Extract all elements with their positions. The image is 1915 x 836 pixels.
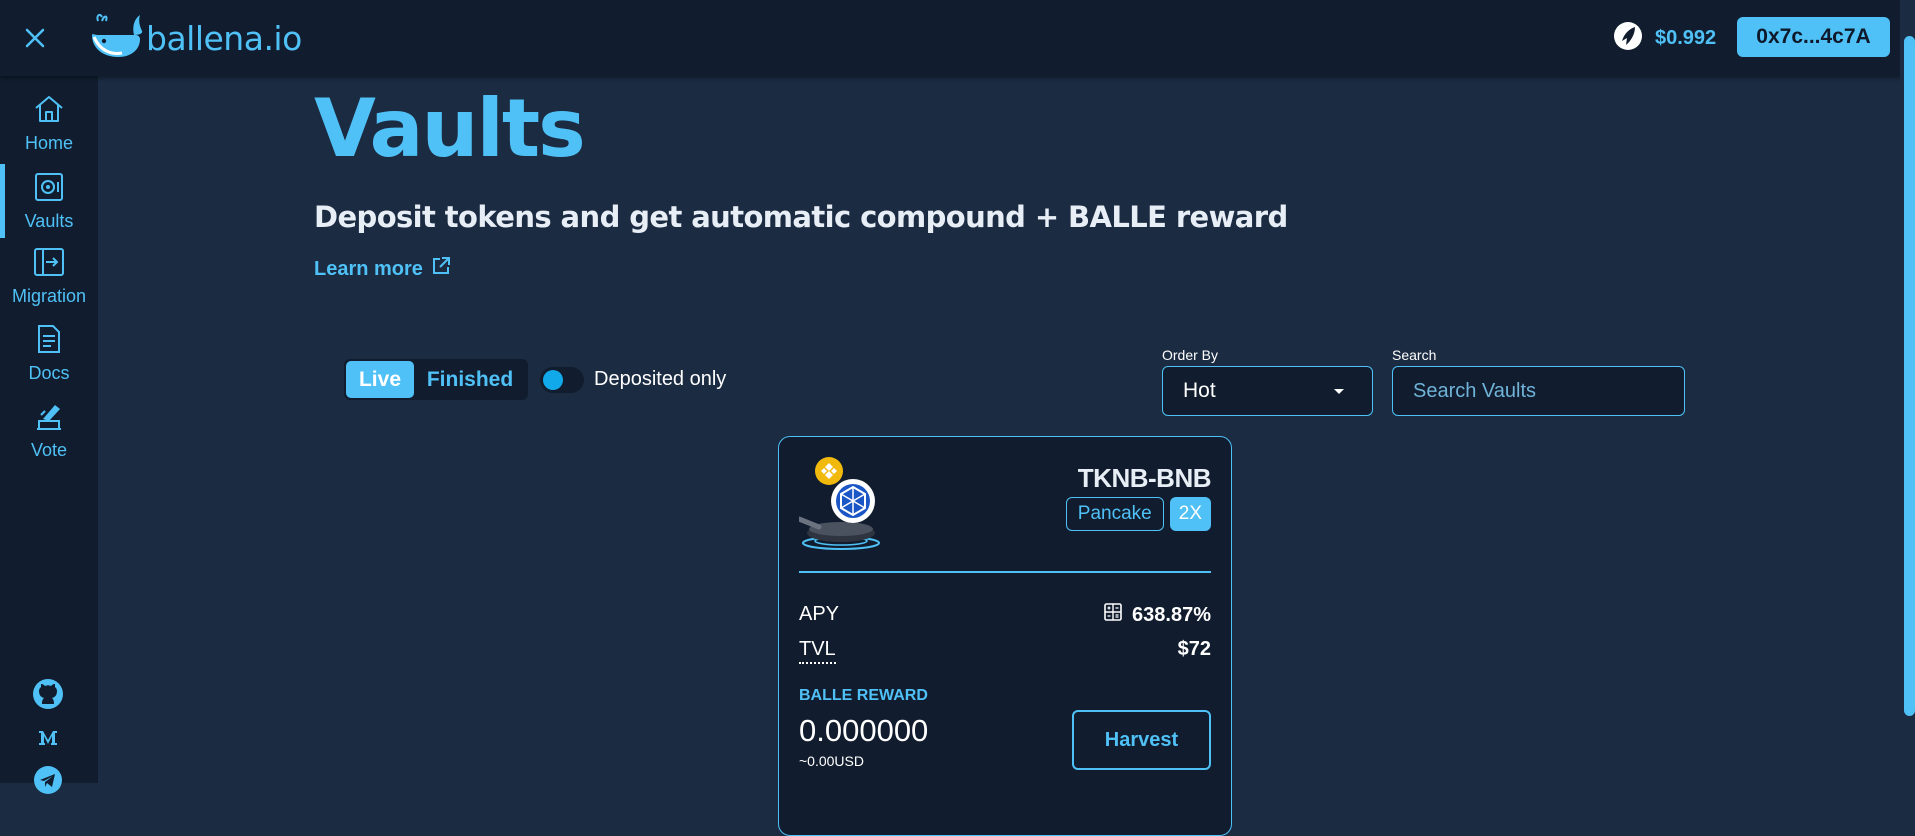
apy-row: 638.87% xyxy=(1104,603,1211,627)
deposited-only-label: Deposited only xyxy=(594,368,727,390)
platform-tag: Pancake xyxy=(1065,497,1164,531)
reward-value: 0.000000 xyxy=(799,713,929,748)
medium-icon[interactable] xyxy=(30,720,66,756)
sidebar-item-label: Home xyxy=(24,133,73,153)
active-indicator xyxy=(0,164,5,238)
telegram-icon[interactable] xyxy=(30,762,66,798)
calculator-icon[interactable] xyxy=(1104,603,1122,627)
docs-icon xyxy=(33,324,65,359)
learn-more-label: Learn more xyxy=(314,257,423,280)
apy-label: APY xyxy=(799,603,840,625)
external-link-icon xyxy=(431,256,451,282)
sidebar-item-label: Migration xyxy=(11,286,87,306)
tab-live[interactable]: Live xyxy=(346,361,414,398)
top-bar: ballena.io $0.992 0x7c...4c7A xyxy=(0,0,1915,76)
harvest-button[interactable]: Harvest xyxy=(1072,710,1211,770)
bnb-icon xyxy=(815,457,843,485)
tab-finished[interactable]: Finished xyxy=(414,361,526,398)
search-label: Search xyxy=(1392,347,1437,363)
tvl-label[interactable]: TVL xyxy=(799,638,836,664)
sidebar-item-migration[interactable]: Migration xyxy=(0,247,98,319)
token-price[interactable]: $0.992 xyxy=(1613,21,1716,56)
page-subtitle: Deposit tokens and get automatic compoun… xyxy=(314,200,1288,234)
sidebar-item-docs[interactable]: Docs xyxy=(0,324,98,396)
sidebar-item-label: Vote xyxy=(30,440,68,460)
brand-name: ballena.io xyxy=(146,19,302,58)
deposited-only-toggle[interactable] xyxy=(540,367,584,393)
sidebar-item-label: Docs xyxy=(28,363,70,383)
scrollbar-thumb[interactable] xyxy=(1904,36,1915,716)
sidebar: Home Vaults Migration Docs Vote xyxy=(0,76,98,794)
price-value: $0.992 xyxy=(1655,27,1717,49)
order-by-value: Hot xyxy=(1183,379,1216,402)
card-divider xyxy=(799,571,1211,573)
order-by-select[interactable]: Hot xyxy=(1162,366,1373,416)
vault-icon xyxy=(33,172,65,207)
status-tabs: Live Finished xyxy=(344,359,528,400)
home-icon xyxy=(33,94,65,129)
multiplier-tag: 2X xyxy=(1169,497,1211,531)
sidebar-item-label: Vaults xyxy=(24,211,74,231)
reward-title: BALLE REWARD xyxy=(799,687,928,704)
close-icon[interactable] xyxy=(19,22,51,54)
search-input[interactable] xyxy=(1392,366,1685,416)
migration-icon xyxy=(33,247,65,282)
vault-name: TKNB-BNB xyxy=(1077,463,1212,493)
balle-token-icon xyxy=(1613,21,1643,56)
learn-more-link[interactable]: Learn more xyxy=(314,256,451,282)
vault-pair-icon xyxy=(796,457,895,558)
brand-logo[interactable]: ballena.io xyxy=(88,13,302,64)
toggle-knob xyxy=(543,370,563,390)
caret-down-icon xyxy=(1334,389,1344,394)
github-icon[interactable] xyxy=(30,676,66,712)
reward-usd-value: ~0.00USD xyxy=(799,753,864,769)
vote-icon xyxy=(33,401,65,436)
sidebar-item-home[interactable]: Home xyxy=(0,94,98,166)
tvl-value: $72 xyxy=(1177,638,1211,660)
wallet-address-button[interactable]: 0x7c...4c7A xyxy=(1737,17,1890,57)
vault-tags: Pancake 2X xyxy=(1065,497,1211,531)
order-by-label: Order By xyxy=(1162,347,1219,363)
page-title: Vaults xyxy=(314,82,586,175)
sidebar-item-vote[interactable]: Vote xyxy=(0,401,98,473)
vault-card: TKNB-BNB Pancake 2X APY 638.87% TVL $72 … xyxy=(778,436,1232,836)
apy-value: 638.87% xyxy=(1132,603,1211,626)
whale-logo-icon xyxy=(88,13,144,64)
sidebar-item-vaults[interactable]: Vaults xyxy=(0,164,98,238)
